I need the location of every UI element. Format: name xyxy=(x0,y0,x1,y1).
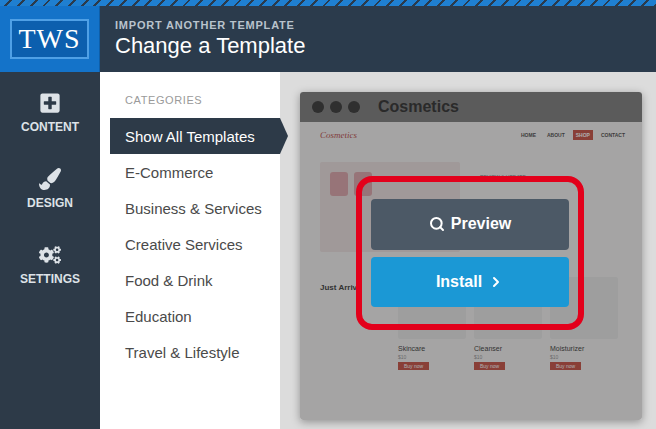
design-icon xyxy=(39,168,61,190)
template-card: Cosmetics CosmeticsHOMEABOUTSHOPCONTACTRE… xyxy=(300,92,642,420)
side-nav: CONTENT DESIGN SETTINGS xyxy=(0,72,100,429)
search-icon xyxy=(429,216,445,232)
nav-item[interactable]: DESIGN xyxy=(27,168,73,210)
template-page: TWS IMPORT ANOTHER TEMPLATE Change a Templ… xyxy=(0,0,656,429)
categories-heading: CATEGORIES xyxy=(110,94,280,118)
window-dot xyxy=(348,101,360,113)
category-item[interactable]: Food & Drink xyxy=(110,262,280,298)
nav-label: SETTINGS xyxy=(20,272,80,286)
header: TWS IMPORT ANOTHER TEMPLATE Change a Templ… xyxy=(0,6,656,72)
title-block: IMPORT ANOTHER TEMPLATE Change a Template xyxy=(100,6,305,72)
content-icon xyxy=(39,92,61,114)
category-item[interactable]: Show All Templates xyxy=(110,118,280,154)
window-dot xyxy=(312,101,324,113)
category-item[interactable]: Business & Services xyxy=(110,190,280,226)
category-item[interactable]: Travel & Lifestyle xyxy=(110,334,280,370)
subtitle: IMPORT ANOTHER TEMPLATE xyxy=(115,19,305,31)
page-title: Change a Template xyxy=(115,33,305,59)
template-name: Cosmetics xyxy=(378,98,459,116)
nav-item[interactable]: SETTINGS xyxy=(20,244,80,286)
categories-panel: CATEGORIESShow All TemplatesE-CommerceBu… xyxy=(100,72,280,429)
card-title-bar: Cosmetics xyxy=(300,92,642,122)
settings-icon xyxy=(39,244,61,266)
category-item[interactable]: E-Commerce xyxy=(110,154,280,190)
logo-text: TWS xyxy=(10,19,88,59)
template-preview: CosmeticsHOMEABOUTSHOPCONTACTREVIEW & UP… xyxy=(300,122,642,420)
preview-button[interactable]: Preview xyxy=(371,199,569,250)
nav-item[interactable]: CONTENT xyxy=(21,92,79,134)
nav-label: DESIGN xyxy=(27,196,73,210)
chevron-right-icon xyxy=(488,274,504,290)
install-button[interactable]: Install xyxy=(371,257,569,308)
category-item[interactable]: Creative Services xyxy=(110,226,280,262)
logo[interactable]: TWS xyxy=(0,6,100,72)
window-dot xyxy=(330,101,342,113)
category-item[interactable]: Education xyxy=(110,298,280,334)
highlight-box: Preview Install xyxy=(356,176,584,330)
nav-label: CONTENT xyxy=(21,120,79,134)
template-area: Cosmetics CosmeticsHOMEABOUTSHOPCONTACTRE… xyxy=(280,72,656,429)
body: CONTENT DESIGN SETTINGS CATEGORIESShow All … xyxy=(0,72,656,429)
